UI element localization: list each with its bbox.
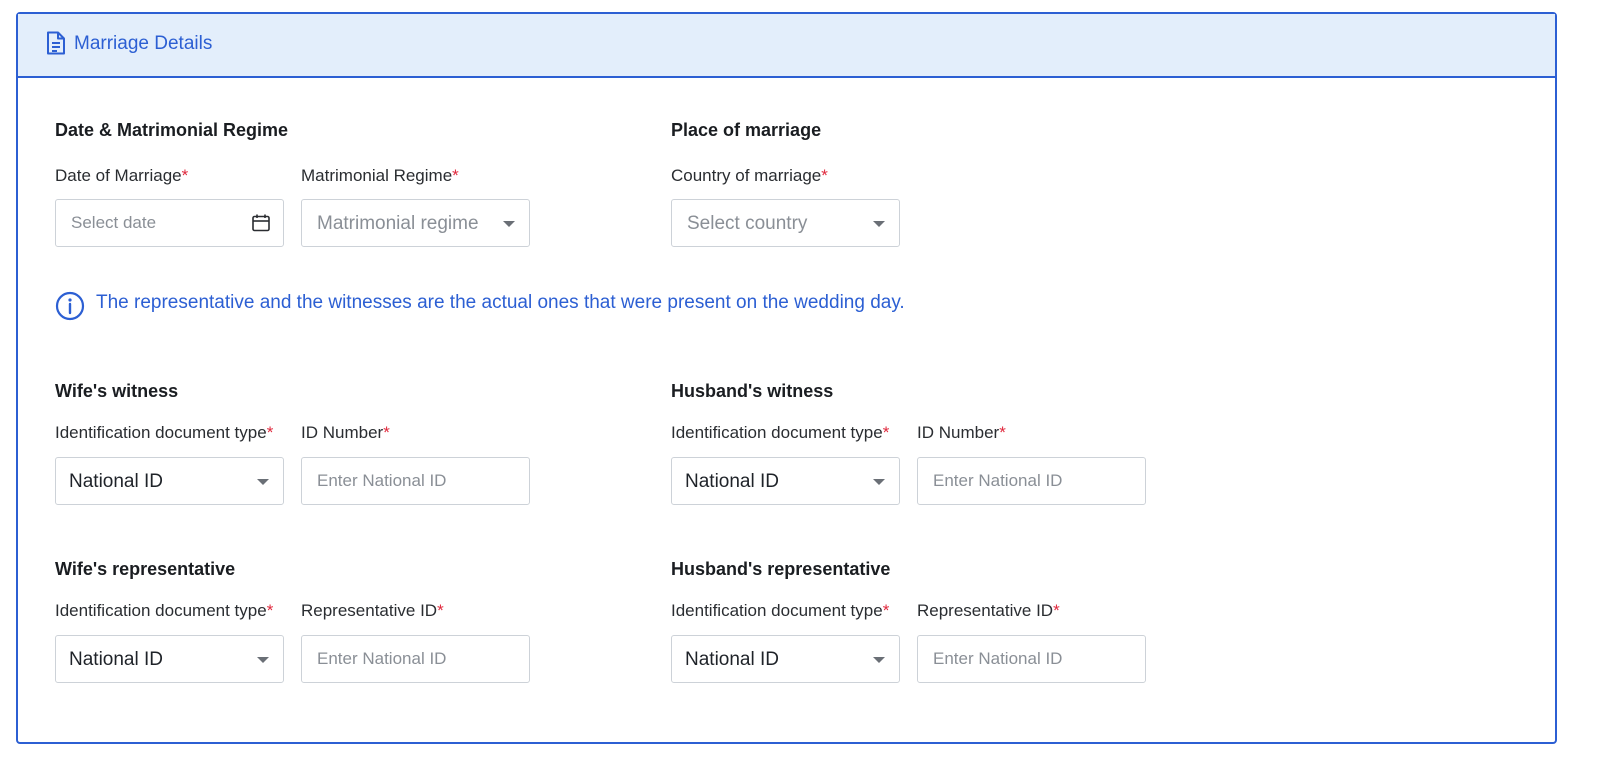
info-icon: [55, 291, 85, 321]
calendar-icon[interactable]: [251, 213, 271, 233]
date-of-marriage-picker[interactable]: [55, 199, 284, 247]
wife-witness-doc-type-value: National ID: [69, 471, 163, 492]
wife-representative-id-field[interactable]: [301, 635, 530, 683]
husband-witness-doc-type-value: National ID: [685, 471, 779, 492]
country-placeholder: Select country: [687, 213, 808, 234]
matrimonial-regime-select[interactable]: Matrimonial regime: [301, 199, 530, 247]
wife-witness-doc-type-label: Identification document type*: [55, 423, 274, 442]
chevron-down-icon[interactable]: [873, 657, 885, 663]
section-title-husband-witness: Husband's witness: [671, 381, 834, 401]
panel-title: Marriage Details: [74, 33, 213, 54]
chevron-down-icon[interactable]: [873, 221, 885, 227]
required-marker: *: [821, 166, 828, 185]
wife-witness-id-field[interactable]: [301, 457, 530, 505]
husband-witness-id-field[interactable]: [917, 457, 1146, 505]
date-of-marriage-input[interactable]: [56, 200, 283, 246]
wife-representative-doc-type-value: National ID: [69, 649, 163, 670]
country-select[interactable]: Select country: [671, 199, 900, 247]
section-title-wife-representative: Wife's representative: [55, 559, 236, 579]
wife-representative-doc-type-select[interactable]: National ID: [55, 635, 284, 683]
chevron-down-icon[interactable]: [873, 479, 885, 485]
info-message: The representative and the witnesses are…: [96, 292, 905, 313]
husband-representative-doc-type-label: Identification document type*: [671, 601, 890, 620]
section-title-date-regime: Date & Matrimonial Regime: [55, 120, 289, 140]
required-marker: *: [437, 601, 444, 620]
required-marker: *: [882, 423, 890, 442]
wife-representative-id-label: Representative ID*: [301, 601, 444, 620]
country-of-marriage-label: Country of marriage*: [671, 166, 828, 185]
husband-witness-id-input[interactable]: [918, 458, 1145, 504]
chevron-down-icon[interactable]: [257, 479, 269, 485]
husband-representative-id-input[interactable]: [918, 636, 1145, 682]
required-marker: *: [383, 423, 390, 442]
chevron-down-icon[interactable]: [257, 657, 269, 663]
husband-witness-id-label: ID Number*: [917, 423, 1006, 442]
wife-witness-doc-type-select[interactable]: National ID: [55, 457, 284, 505]
required-marker: *: [266, 601, 274, 620]
husband-representative-id-label: Representative ID*: [917, 601, 1060, 620]
section-title-wife-witness: Wife's witness: [55, 381, 179, 401]
required-marker: *: [181, 166, 189, 185]
husband-witness-doc-type-label: Identification document type*: [671, 423, 890, 442]
section-title-husband-representative: Husband's representative: [671, 559, 891, 579]
section-title-place: Place of marriage: [671, 120, 822, 140]
wife-representative-doc-type-label: Identification document type*: [55, 601, 274, 620]
required-marker: *: [1053, 601, 1060, 620]
wife-representative-id-input[interactable]: [302, 636, 529, 682]
husband-representative-doc-type-select[interactable]: National ID: [671, 635, 900, 683]
required-marker: *: [266, 423, 274, 442]
matrimonial-regime-placeholder: Matrimonial regime: [317, 213, 479, 234]
husband-representative-id-field[interactable]: [917, 635, 1146, 683]
husband-witness-doc-type-select[interactable]: National ID: [671, 457, 900, 505]
required-marker: *: [452, 166, 459, 185]
chevron-down-icon[interactable]: [503, 221, 515, 227]
husband-representative-doc-type-value: National ID: [685, 649, 779, 670]
date-of-marriage-label: Date of Marriage*: [55, 166, 189, 185]
panel-header: Marriage Details: [18, 14, 1555, 78]
document-icon: [47, 31, 65, 55]
wife-witness-id-label: ID Number*: [301, 423, 390, 442]
wife-witness-id-input[interactable]: [302, 458, 529, 504]
matrimonial-regime-label: Matrimonial Regime*: [301, 166, 459, 185]
required-marker: *: [999, 423, 1006, 442]
required-marker: *: [882, 601, 890, 620]
